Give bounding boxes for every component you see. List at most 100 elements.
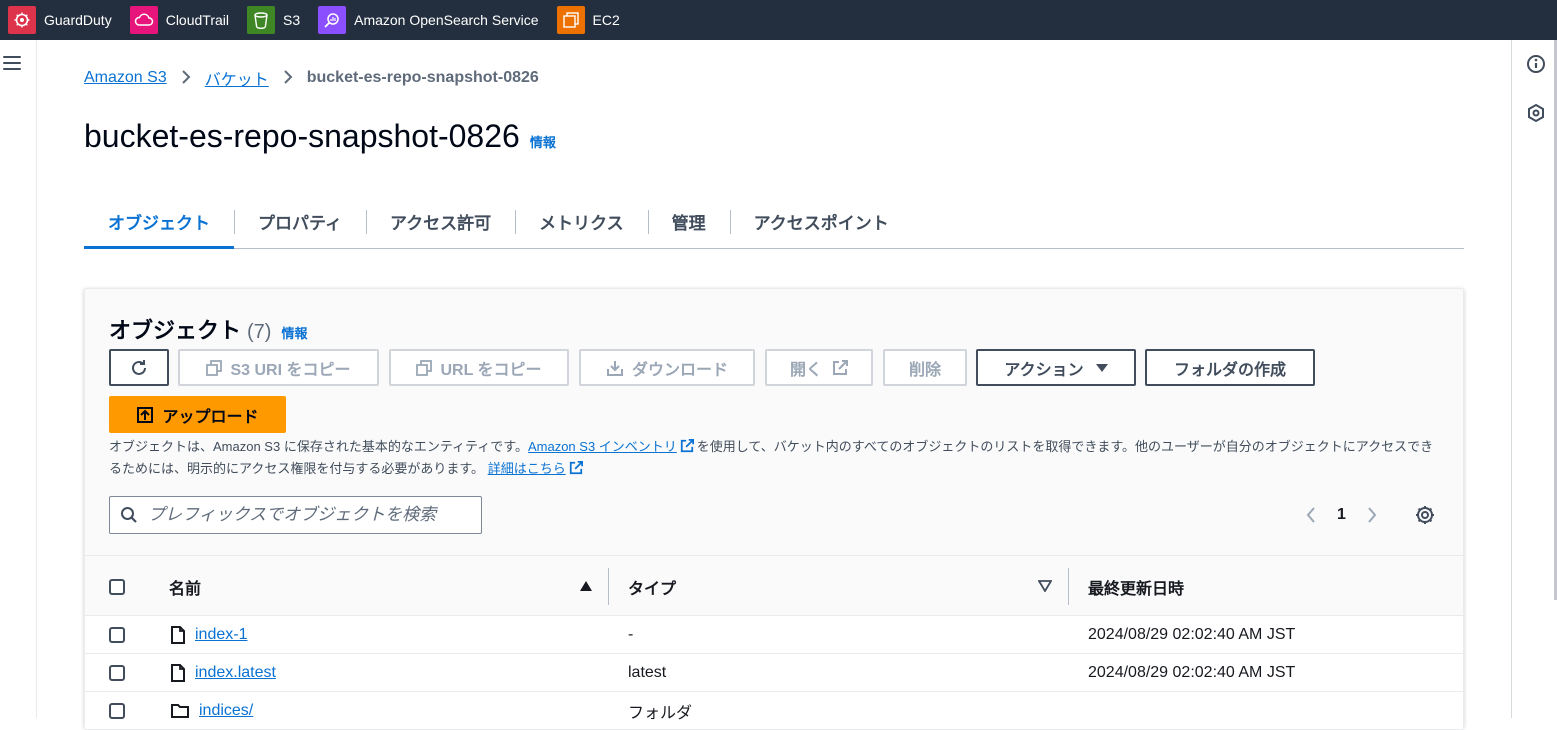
page-info-link[interactable]: 情報 — [530, 132, 556, 151]
table-row[interactable]: index.latest latest 2024/08/29 02:02:40 … — [85, 654, 1463, 692]
copy-s3-uri-button[interactable]: S3 URI をコピー — [178, 349, 379, 386]
column-divider[interactable] — [608, 568, 609, 605]
favorite-label: EC2 — [592, 12, 620, 28]
favorite-label: Amazon OpenSearch Service — [354, 12, 539, 28]
actions-label: アクション — [1004, 361, 1084, 379]
pagination: 1 — [1299, 503, 1384, 527]
breadcrumb-buckets[interactable]: バケット — [205, 66, 269, 90]
object-name-link[interactable]: index.latest — [195, 664, 276, 682]
table-row[interactable]: indices/ フォルダ — [85, 692, 1463, 730]
refresh-button[interactable] — [109, 349, 169, 386]
row-checkbox[interactable] — [109, 703, 125, 719]
object-name-link[interactable]: index-1 — [195, 626, 247, 644]
tab-objects[interactable]: オブジェクト — [84, 195, 234, 249]
column-divider[interactable] — [1068, 568, 1069, 605]
search-input[interactable] — [146, 504, 466, 526]
page-number[interactable]: 1 — [1337, 506, 1346, 524]
file-icon — [171, 626, 185, 644]
favorite-s3[interactable]: S3 — [246, 6, 301, 34]
copy-s3-uri-label: S3 URI をコピー — [230, 361, 351, 379]
row-checkbox[interactable] — [109, 665, 125, 681]
favorites-bar: GuardDuty CloudTrail S3 Amazon OpenSearc… — [0, 0, 1557, 40]
copy-icon — [416, 359, 433, 376]
column-header-name[interactable]: 名前 — [169, 556, 201, 617]
objects-header: オブジェクト (7) 情報 — [109, 313, 307, 345]
object-type: latest — [628, 664, 667, 681]
tab-access-points[interactable]: アクセスポイント — [729, 195, 913, 248]
objects-title: オブジェクト — [109, 318, 242, 343]
table-row[interactable]: index-1 - 2024/08/29 02:02:40 AM JST — [85, 616, 1463, 654]
sort-ascending-icon[interactable] — [579, 580, 593, 592]
column-last-modified-label: 最終更新日時 — [1088, 580, 1185, 598]
left-nav-strip — [0, 40, 37, 718]
create-folder-button[interactable]: フォルダの作成 — [1145, 349, 1315, 386]
opensearch-icon — [318, 6, 347, 34]
object-last-modified: 2024/08/29 02:02:40 AM JST — [1088, 664, 1296, 681]
tab-properties[interactable]: プロパティ — [234, 195, 366, 248]
favorite-opensearch[interactable]: Amazon OpenSearch Service — [318, 6, 539, 34]
page-title: bucket-es-repo-snapshot-0826 — [84, 118, 520, 154]
tab-metrics[interactable]: メトリクス — [515, 195, 648, 248]
column-name-label: 名前 — [169, 580, 202, 598]
info-icon[interactable] — [1526, 54, 1546, 74]
table-settings-icon[interactable] — [1413, 503, 1437, 527]
table-header: 名前 タイプ 最終更新日時 — [85, 555, 1463, 616]
s3-icon — [246, 6, 275, 34]
breadcrumb-current: bucket-es-repo-snapshot-0826 — [306, 69, 539, 86]
object-name-link[interactable]: indices/ — [199, 702, 253, 720]
row-checkbox[interactable] — [109, 627, 125, 643]
download-label: ダウンロード — [631, 361, 728, 379]
tab-permissions[interactable]: アクセス許可 — [365, 195, 515, 248]
refresh-icon — [129, 358, 149, 378]
object-search[interactable] — [109, 496, 482, 534]
sort-icon[interactable] — [1038, 580, 1052, 592]
breadcrumb-amazon-s3[interactable]: Amazon S3 — [84, 69, 167, 87]
description-text: オブジェクトは、Amazon S3 に保存された基本的なエンティティです。 — [109, 439, 528, 454]
column-header-last-modified[interactable]: 最終更新日時 — [1088, 556, 1184, 617]
favorite-label: S3 — [282, 12, 301, 28]
open-label: 開く — [789, 361, 822, 379]
inventory-link[interactable]: Amazon S3 インベントリ — [528, 439, 677, 454]
tab-list: オブジェクト プロパティ アクセス許可 メトリクス 管理 アクセスポイント — [84, 195, 1464, 249]
main-content: Amazon S3 バケット bucket-es-repo-snapshot-0… — [37, 40, 1511, 730]
tools-panel-strip — [1511, 40, 1557, 718]
object-type: - — [628, 626, 634, 643]
chevron-right-icon — [181, 68, 191, 89]
open-button[interactable]: 開く — [765, 349, 873, 386]
learn-more-link[interactable]: 詳細はこちら — [488, 461, 566, 476]
favorite-cloudtrail[interactable]: CloudTrail — [129, 6, 229, 34]
delete-label: 削除 — [908, 361, 941, 379]
external-link-icon — [569, 461, 583, 481]
chevron-right-icon — [283, 68, 293, 89]
copy-icon — [206, 359, 223, 376]
create-folder-label: フォルダの作成 — [1173, 361, 1286, 379]
objects-description: オブジェクトは、Amazon S3 に保存された基本的なエンティティです。Ama… — [109, 437, 1439, 481]
menu-icon[interactable] — [3, 56, 21, 72]
actions-dropdown-button[interactable]: アクション — [976, 349, 1136, 386]
folder-icon — [171, 703, 189, 719]
objects-table: 名前 タイプ 最終更新日時 index-1 - 2024/08/29 02:02… — [85, 555, 1463, 730]
objects-info-link[interactable]: 情報 — [281, 323, 307, 342]
delete-button[interactable]: 削除 — [883, 349, 967, 386]
objects-container: オブジェクト (7) 情報 S3 URI をコピー URL をコピー ダウンロー… — [84, 288, 1464, 730]
upload-label: アップロード — [162, 408, 259, 426]
tab-management[interactable]: 管理 — [647, 195, 730, 248]
object-type: フォルダ — [628, 705, 693, 722]
select-all-checkbox[interactable] — [109, 578, 125, 595]
next-page-icon[interactable] — [1360, 503, 1384, 527]
guardduty-icon — [8, 6, 36, 34]
search-icon — [120, 506, 138, 524]
page-header: bucket-es-repo-snapshot-0826 情報 — [84, 118, 556, 155]
favorite-ec2[interactable]: EC2 — [556, 6, 620, 34]
help-panel-icon[interactable] — [1526, 103, 1546, 123]
column-type-label: タイプ — [628, 580, 677, 598]
copy-url-button[interactable]: URL をコピー — [389, 349, 569, 386]
upload-button[interactable]: アップロード — [109, 396, 286, 433]
download-button[interactable]: ダウンロード — [579, 349, 755, 386]
column-header-type[interactable]: タイプ — [628, 556, 676, 617]
download-icon — [606, 359, 624, 377]
previous-page-icon[interactable] — [1299, 503, 1323, 527]
copy-url-label: URL をコピー — [440, 361, 542, 379]
caret-down-icon — [1095, 363, 1108, 373]
favorite-guardduty[interactable]: GuardDuty — [8, 6, 112, 34]
